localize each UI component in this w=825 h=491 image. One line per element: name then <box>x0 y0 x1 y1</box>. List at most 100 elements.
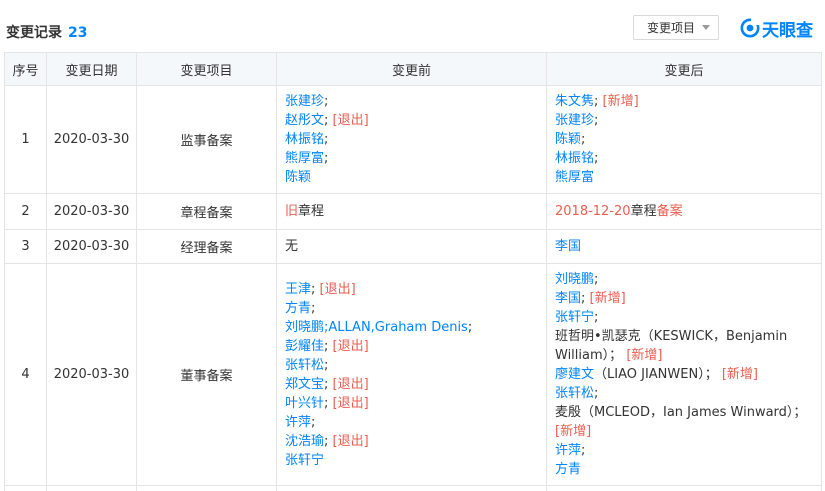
record-count: 23 <box>68 25 88 41</box>
column-header-item: 变更项目 <box>136 52 277 86</box>
table-row <box>4 485 822 491</box>
person-link[interactable]: 林振铭 <box>555 151 594 166</box>
exit-tag: [退出] <box>332 376 369 392</box>
person-link[interactable]: 熊厚富 <box>555 170 594 185</box>
person-entry: 班哲明•凯瑟克（KESWICK，Benjamin William）； [新增] <box>555 329 788 363</box>
column-header-date: 变更日期 <box>46 52 137 86</box>
person-link[interactable]: 沈浩瑜 <box>285 434 324 449</box>
row-item: 经理备案 <box>136 229 277 264</box>
old-marker: 旧 <box>285 204 299 219</box>
row-date: 2020-03-30 <box>46 193 137 230</box>
person-link[interactable]: 彭耀佳 <box>285 339 324 354</box>
section-header: 变更记录 23 变更项目 天眼查 <box>0 0 825 56</box>
exit-tag: [退出] <box>319 281 356 297</box>
before-cell: 张建珍; 赵彤文; [退出] 林振铭; 熊厚富; 陈颖 <box>276 85 547 194</box>
new-tag: [新增] <box>602 94 639 109</box>
change-records-table: 序号 变更日期 变更项目 变更前 变更后 1 2020-03-30 监事备案 张… <box>4 52 822 491</box>
change-item-filter-dropdown[interactable]: 变更项目 <box>633 15 719 40</box>
person-entry: 林振铭; <box>555 151 599 166</box>
person-link[interactable]: 张轩松 <box>285 358 324 373</box>
person-link[interactable]: 张轩宁 <box>285 453 324 468</box>
person-entry: 沈浩瑜; [退出] <box>285 433 369 449</box>
person-entry: 张轩松; <box>555 386 599 401</box>
person-name: 麦殷（MCLEOD，Ian James Winward） <box>555 405 794 420</box>
person-entry: 张建珍; <box>285 94 329 109</box>
after-cell: 2018-12-20章程备案 <box>546 193 822 230</box>
person-link[interactable]: 赵彤文 <box>285 113 324 128</box>
person-link[interactable]: 郑文宝 <box>285 377 324 392</box>
section-title: 变更记录 23 <box>6 22 87 42</box>
person-link[interactable]: 许萍 <box>555 443 581 458</box>
person-link[interactable]: 李国 <box>555 239 581 254</box>
row-index: 1 <box>4 85 47 194</box>
before-cell: 无 <box>276 229 547 264</box>
person-entry: 熊厚富 <box>555 168 813 187</box>
person-entry: 朱文隽; [新增] <box>555 94 639 109</box>
person-link[interactable]: 廖建文 <box>555 367 594 382</box>
person-link[interactable]: 林振铭 <box>285 132 324 147</box>
new-tag: [新增] <box>626 348 663 363</box>
row-index: 4 <box>4 263 47 486</box>
person-link[interactable]: 朱文隽 <box>555 94 594 109</box>
after-cell: 刘晓鹏; 李国; [新增] 张轩宁; 班哲明•凯瑟克（KESWICK，Benja… <box>546 263 822 486</box>
person-link[interactable]: 张建珍 <box>285 94 324 109</box>
person-link[interactable]: 刘晓鹏 <box>555 272 594 287</box>
person-entry: 方青; <box>285 300 316 316</box>
person-entry: 张轩宁 <box>285 451 538 470</box>
person-entry: 廖建文（LIAO JIANWEN）； [新增] <box>555 367 758 382</box>
person-entry: 张轩松; <box>285 357 329 373</box>
person-link[interactable]: 熊厚富 <box>285 151 324 166</box>
person-link[interactable]: 张建珍 <box>555 113 594 128</box>
person-entry: 张建珍; <box>555 113 599 128</box>
person-link[interactable]: 张轩宁 <box>555 310 594 325</box>
person-entry: 王津; [退出] <box>285 281 356 297</box>
person-link[interactable]: 李国 <box>555 291 581 306</box>
person-link[interactable]: 方青 <box>555 462 581 477</box>
row-index: 3 <box>4 229 47 264</box>
column-header-after: 变更后 <box>546 52 822 86</box>
person-link[interactable]: 叶兴针 <box>285 396 324 411</box>
person-link[interactable]: 许萍 <box>285 415 311 430</box>
person-entry: 赵彤文; [退出] <box>285 113 369 128</box>
person-entry: 刘晓鹏; <box>555 272 599 287</box>
person-link[interactable]: 王津 <box>285 282 311 297</box>
row-item: 章程备案 <box>136 193 277 230</box>
before-cell: 旧章程 <box>276 193 547 230</box>
person-entry: 许萍; <box>555 443 586 458</box>
person-entry: 许萍; <box>285 414 316 430</box>
exit-tag: [退出] <box>332 338 369 354</box>
person-link[interactable]: 陈颖 <box>285 170 311 185</box>
row-index: 2 <box>4 193 47 230</box>
person-entry: 林振铭; <box>285 132 329 147</box>
title-text: 变更记录 <box>6 25 62 41</box>
person-entry: 张轩宁; <box>555 310 599 325</box>
person-entry: 彭耀佳; [退出] <box>285 338 369 354</box>
eye-logo-icon <box>740 18 760 38</box>
new-tag: [新增] <box>589 291 626 306</box>
after-cell: 朱文隽; [新增] 张建珍; 陈颖; 林振铭; 熊厚富 <box>546 85 822 194</box>
exit-tag: [退出] <box>332 395 369 411</box>
table-row: 2 2020-03-30 章程备案 旧章程 2018-12-20章程备案 <box>4 193 822 230</box>
person-entry: 叶兴针; [退出] <box>285 395 369 411</box>
person-entry: 熊厚富; <box>285 151 329 166</box>
person-link[interactable]: 刘晓鹏;ALLAN,Graham Denis <box>285 320 468 335</box>
row-date: 2020-03-30 <box>46 229 137 264</box>
person-entry: 麦殷（MCLEOD，Ian James Winward）； [新增] <box>555 405 807 439</box>
after-cell: 李国 <box>546 229 822 264</box>
person-entry: 李国; [新增] <box>555 291 626 306</box>
column-header-index: 序号 <box>4 52 47 86</box>
person-link[interactable]: 张轩松 <box>555 386 594 401</box>
exit-tag: [退出] <box>332 113 369 128</box>
person-link[interactable]: 陈颖 <box>555 132 581 147</box>
person-link[interactable]: 方青 <box>285 301 311 316</box>
row-date: 2020-03-30 <box>46 85 137 194</box>
row-item: 监事备案 <box>136 85 277 194</box>
logo-text: 天眼查 <box>762 20 813 41</box>
table-header-row: 序号 变更日期 变更项目 变更前 变更后 <box>4 52 822 86</box>
column-header-before: 变更前 <box>276 52 547 86</box>
person-name: 班哲明•凯瑟克（KESWICK，Benjamin William） <box>555 329 788 363</box>
table-row: 1 2020-03-30 监事备案 张建珍; 赵彤文; [退出] 林振铭; 熊厚… <box>4 85 822 194</box>
table-row: 3 2020-03-30 经理备案 无 李国 <box>4 229 822 264</box>
person-entry: 刘晓鹏;ALLAN,Graham Denis; <box>285 319 473 335</box>
new-tag: [新增] <box>721 367 758 382</box>
